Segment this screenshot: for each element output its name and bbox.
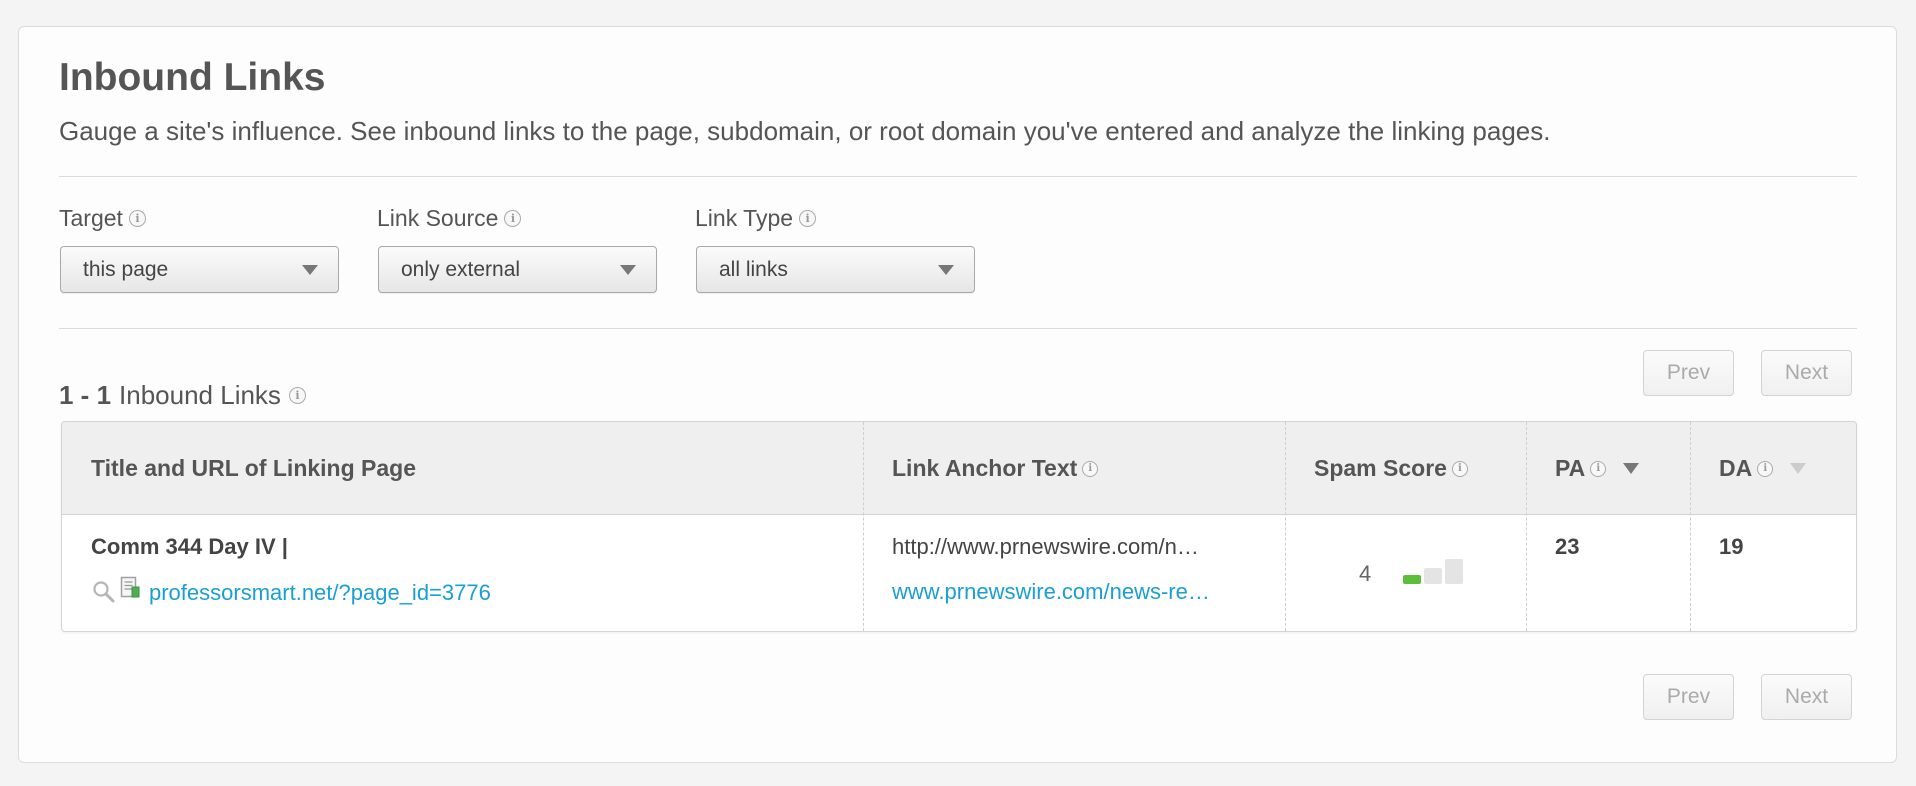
target-url[interactable]: www.prnewswire.com/news-re…: [892, 579, 1262, 605]
column-header-title-url: Title and URL of Linking Page: [91, 455, 417, 481]
column-header-spam-score: Spam Score i: [1314, 422, 1468, 515]
target-filter-label: Target i: [59, 205, 146, 232]
column-header-anchor-text: Link Anchor Text i: [892, 422, 1099, 515]
link-type-filter-label: Link Type i: [695, 205, 817, 232]
column-header-da[interactable]: DA i: [1719, 422, 1807, 515]
info-icon[interactable]: i: [288, 387, 306, 404]
sort-desc-icon[interactable]: [1790, 463, 1807, 474]
linking-page-title: Comm 344 Day IV |: [91, 534, 288, 559]
link-source-filter-label: Link Source i: [377, 205, 522, 232]
page-subtitle: Gauge a site's influence. See inbound li…: [59, 116, 1551, 146]
chevron-down-icon: [620, 265, 636, 275]
anchor-text: http://www.prnewswire.com/n…: [892, 534, 1199, 559]
spam-bar-segment: [1445, 559, 1463, 584]
pa-value: 23: [1555, 534, 1580, 559]
prev-button[interactable]: Prev: [1643, 350, 1734, 396]
chevron-down-icon: [938, 265, 954, 275]
divider: [59, 176, 1857, 177]
linking-page-url[interactable]: professorsmart.net/?page_id=3776: [149, 580, 491, 606]
info-icon[interactable]: i: [1082, 460, 1099, 477]
info-icon[interactable]: i: [1757, 460, 1774, 477]
spam-score-value: 4: [1359, 561, 1372, 586]
info-icon[interactable]: i: [1451, 460, 1468, 477]
divider: [59, 328, 1857, 329]
chevron-down-icon: [302, 265, 318, 275]
info-icon[interactable]: i: [1590, 460, 1607, 477]
sort-desc-icon[interactable]: [1623, 463, 1640, 474]
magnifier-icon[interactable]: [92, 580, 116, 604]
page-icon[interactable]: [120, 576, 140, 600]
spam-bar-segment: [1403, 575, 1421, 584]
da-value: 19: [1719, 534, 1744, 559]
page-title: Inbound Links: [59, 56, 326, 99]
inbound-links-table: Title and URL of Linking Page Link Ancho…: [61, 421, 1857, 632]
link-source-select[interactable]: only external: [378, 246, 657, 293]
spam-score-bar: [1403, 558, 1465, 584]
target-select[interactable]: this page: [60, 246, 339, 293]
prev-button-bottom[interactable]: Prev: [1643, 674, 1734, 720]
results-count: 1 - 1 Inbound Links i: [59, 380, 306, 411]
info-icon[interactable]: i: [799, 210, 817, 227]
link-type-select[interactable]: all links: [696, 246, 975, 293]
inbound-links-panel: Inbound Links Gauge a site's influence. …: [18, 26, 1897, 763]
column-header-pa[interactable]: PA i: [1555, 422, 1640, 515]
info-icon[interactable]: i: [128, 210, 146, 227]
info-icon[interactable]: i: [504, 210, 522, 227]
next-button[interactable]: Next: [1761, 350, 1852, 396]
spam-bar-segment: [1424, 568, 1442, 584]
next-button-bottom[interactable]: Next: [1761, 674, 1852, 720]
